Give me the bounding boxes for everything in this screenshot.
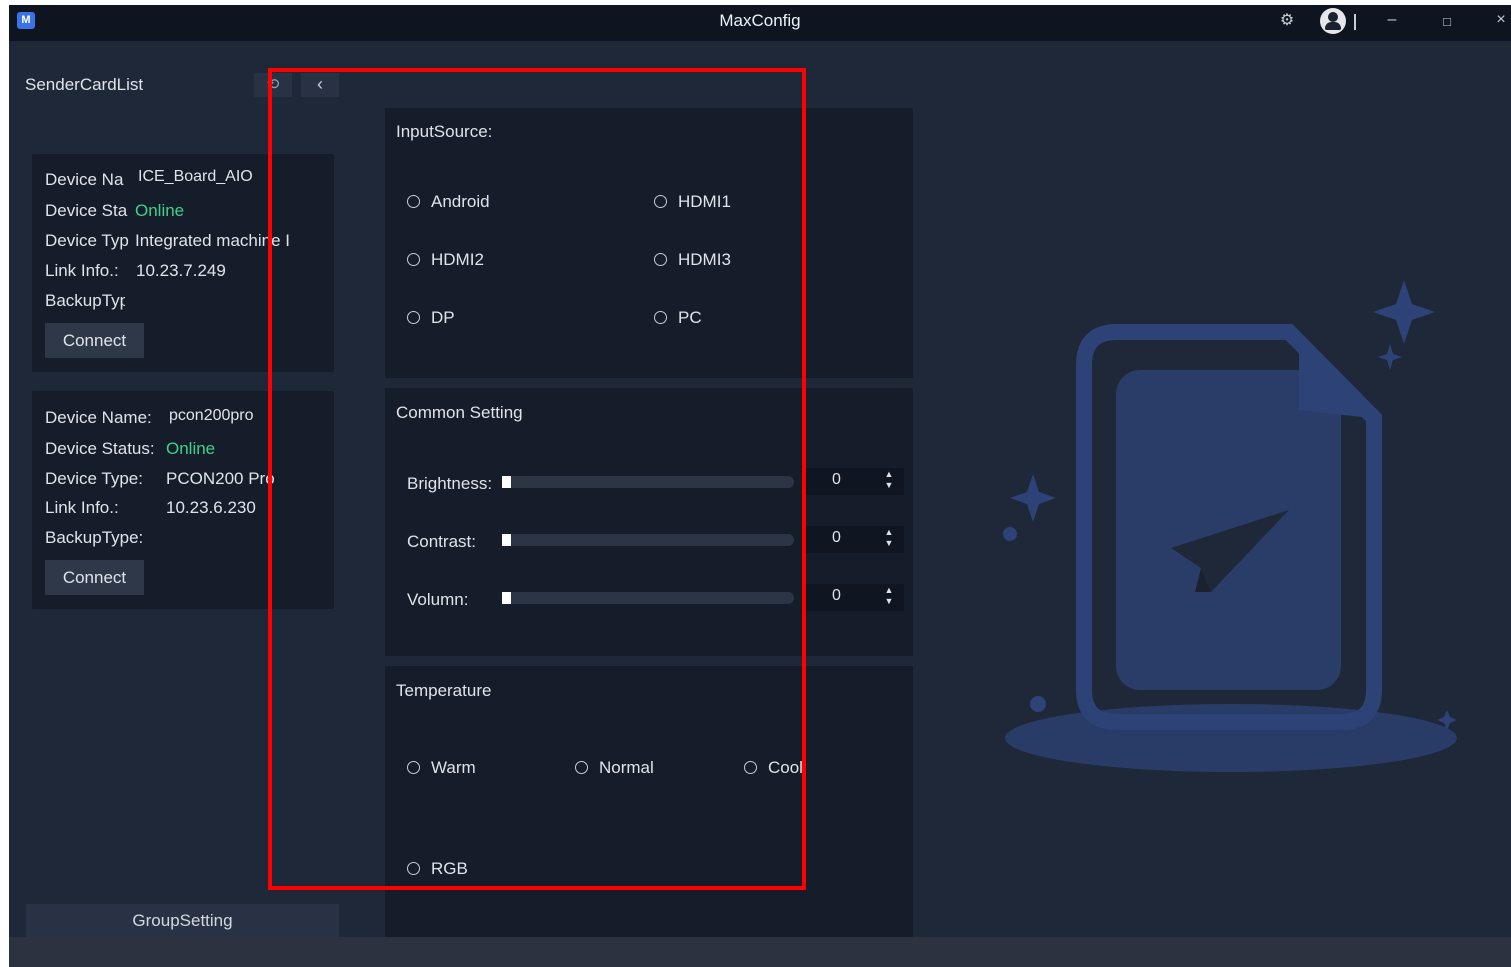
brightness-spinbox[interactable]: 0 ▲ ▼ [802,468,904,495]
common-setting-panel: Common Setting Brightness: 0 ▲ ▼ Contras… [385,388,913,656]
temperature-panel: Temperature Warm Normal Cool RGB [385,666,913,937]
connect-button[interactable]: Connect [45,323,144,358]
title-bar: M MaxConfig ⚙ – □ × [9,5,1511,41]
radio-label: Normal [599,758,654,777]
brightness-slider[interactable] [502,476,794,488]
device-name-label: Device Na [45,170,124,189]
spin-up-icon[interactable]: ▲ [882,585,896,596]
link-info-label: Link Info.: [45,498,119,517]
backup-type-label: BackupTyp [45,291,125,310]
device-card[interactable]: Device Na ICE_Board_AIO Device Sta Onlin… [32,154,334,372]
maximize-icon[interactable]: □ [1437,11,1457,33]
connect-button[interactable]: Connect [45,560,144,595]
contrast-label: Contrast: [407,532,476,551]
radio-circle-icon [407,195,420,208]
device-card[interactable]: Device Name: pcon200pro Device Status: O… [32,391,334,609]
common-setting-heading: Common Setting [396,403,523,422]
volumn-value: 0 [832,587,841,604]
empty-file-paper-plane-icon [1003,280,1457,772]
input-source-heading: InputSource: [396,122,493,141]
radio-label: HDMI3 [678,250,731,269]
device-status-value: Online [135,201,185,220]
radio-circle-icon [575,761,588,774]
device-type-label: Device Typ [45,231,129,250]
contrast-value: 0 [832,529,841,546]
volumn-label: Volumn: [407,590,469,609]
device-status-label: Device Sta [45,201,128,220]
spin-arrows[interactable]: ▲ ▼ [882,527,896,552]
refresh-icon[interactable]: ⟲ [254,73,292,97]
device-status-label: Device Status: [45,439,155,458]
contrast-slider-handle[interactable] [502,534,511,546]
gear-icon[interactable]: ⚙ [1276,10,1298,32]
spin-up-icon[interactable]: ▲ [882,527,896,538]
device-status-value: Online [166,439,216,458]
spin-up-icon[interactable]: ▲ [882,469,896,480]
titlebar-divider [1354,14,1356,30]
link-info-value: 10.23.6.230 [166,498,256,517]
spin-down-icon[interactable]: ▼ [882,538,896,549]
radio-circle-icon [407,862,420,875]
device-name-value: pcon200pro [169,407,254,424]
close-icon[interactable]: × [1491,9,1511,31]
input-source-panel: InputSource: Android HDMI1 HDMI2 HDMI3 D… [385,108,913,378]
radio-circle-icon [654,311,667,324]
radio-label: RGB [431,859,468,878]
volumn-slider[interactable] [502,592,794,604]
spin-down-icon[interactable]: ▼ [882,480,896,491]
radio-circle-icon [407,311,420,324]
radio-label: DP [431,308,455,327]
contrast-slider[interactable] [502,534,794,546]
link-info-label: Link Info.: [45,261,119,280]
radio-label: Warm [431,758,476,777]
app-window: M MaxConfig ⚙ – □ × SenderCardList ⟲ ‹ D… [9,5,1511,937]
spin-arrows[interactable]: ▲ ▼ [882,469,896,494]
sidebar-title: SenderCardList [25,75,144,94]
spin-arrows[interactable]: ▲ ▼ [882,585,896,610]
radio-label: PC [678,308,702,327]
brightness-value: 0 [832,471,841,488]
spin-down-icon[interactable]: ▼ [882,596,896,607]
radio-circle-icon [654,195,667,208]
volumn-slider-handle[interactable] [502,592,511,604]
radio-label: Android [431,192,490,211]
radio-label: Cool [768,758,803,777]
radio-label: HDMI2 [431,250,484,269]
radio-circle-icon [407,253,420,266]
device-type-value: Integrated machine I [135,231,290,250]
radio-circle-icon [744,761,757,774]
link-info-value: 10.23.7.249 [136,261,226,280]
radio-label: HDMI1 [678,192,731,211]
brightness-slider-handle[interactable] [502,476,511,488]
device-name-value: ICE_Board_AIO [138,168,253,185]
minimize-icon[interactable]: – [1382,9,1402,31]
device-type-value: PCON200 Pro [166,469,275,488]
temperature-heading: Temperature [396,681,492,700]
bottom-strip [9,937,1511,967]
radio-circle-icon [407,761,420,774]
brightness-label: Brightness: [407,474,493,493]
chevron-left-icon[interactable]: ‹ [301,73,339,97]
radio-circle-icon [654,253,667,266]
group-setting-button[interactable]: GroupSetting [26,904,339,937]
device-type-label: Device Type: [45,469,143,488]
user-avatar-icon[interactable] [1320,8,1346,34]
volumn-spinbox[interactable]: 0 ▲ ▼ [802,584,904,611]
backup-type-label: BackupType: [45,528,144,547]
device-name-label: Device Name: [45,408,152,427]
contrast-spinbox[interactable]: 0 ▲ ▼ [802,526,904,553]
